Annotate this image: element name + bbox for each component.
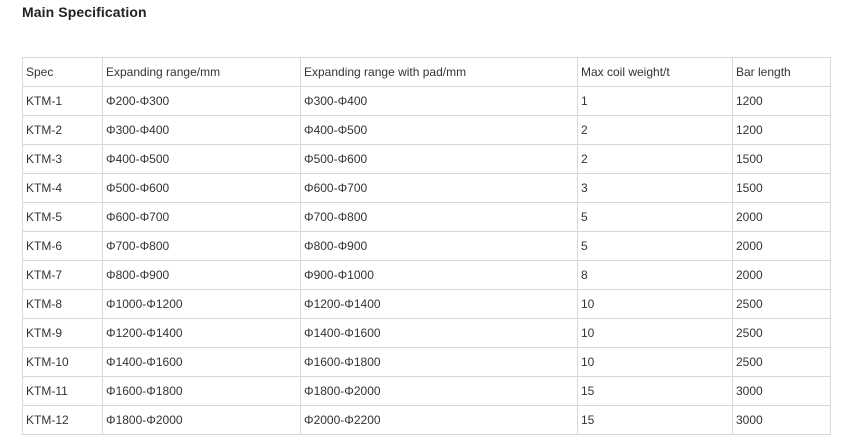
cell-expanding-range: Φ1400-Φ1600 [102,347,301,377]
cell-spec: KTM-10 [22,347,103,377]
cell-expanding-range-with-pad: Φ700-Φ800 [300,202,578,232]
cell-expanding-range: Φ200-Φ300 [102,86,301,116]
cell-spec: KTM-3 [22,144,103,174]
cell-expanding-range: Φ700-Φ800 [102,231,301,261]
cell-bar-length: 2500 [732,347,831,377]
table-row: KTM-7 Φ800-Φ900 Φ900-Φ1000 8 2000 [22,260,831,290]
cell-expanding-range: Φ800-Φ900 [102,260,301,290]
cell-expanding-range-with-pad: Φ600-Φ700 [300,173,578,203]
cell-expanding-range: Φ1600-Φ1800 [102,376,301,406]
cell-expanding-range-with-pad: Φ300-Φ400 [300,86,578,116]
cell-expanding-range: Φ1200-Φ1400 [102,318,301,348]
cell-max-coil-weight: 10 [577,318,733,348]
cell-max-coil-weight: 5 [577,231,733,261]
cell-spec: KTM-9 [22,318,103,348]
cell-max-coil-weight: 15 [577,376,733,406]
cell-expanding-range-with-pad: Φ400-Φ500 [300,115,578,145]
table-row: KTM-5 Φ600-Φ700 Φ700-Φ800 5 2000 [22,202,831,232]
header-spec: Spec [22,57,103,87]
page-title: Main Specification [22,4,147,20]
cell-max-coil-weight: 1 [577,86,733,116]
header-expanding-range: Expanding range/mm [102,57,301,87]
cell-expanding-range-with-pad: Φ500-Φ600 [300,144,578,174]
cell-bar-length: 1200 [732,86,831,116]
cell-expanding-range-with-pad: Φ800-Φ900 [300,231,578,261]
header-max-coil-weight: Max coil weight/t [577,57,733,87]
cell-expanding-range-with-pad: Φ1600-Φ1800 [300,347,578,377]
cell-max-coil-weight: 2 [577,144,733,174]
cell-expanding-range: Φ500-Φ600 [102,173,301,203]
table-body: KTM-1 Φ200-Φ300 Φ300-Φ400 1 1200 KTM-2 Φ300-Φ4… [22,86,831,435]
cell-bar-length: 2500 [732,289,831,319]
cell-spec: KTM-11 [22,376,103,406]
cell-expanding-range: Φ400-Φ500 [102,144,301,174]
header-bar-length: Bar length [732,57,831,87]
cell-expanding-range: Φ300-Φ400 [102,115,301,145]
cell-bar-length: 1200 [732,115,831,145]
cell-spec: KTM-2 [22,115,103,145]
cell-spec: KTM-5 [22,202,103,232]
cell-spec: KTM-12 [22,405,103,435]
cell-max-coil-weight: 3 [577,173,733,203]
cell-expanding-range-with-pad: Φ1400-Φ1600 [300,318,578,348]
cell-bar-length: 1500 [732,144,831,174]
table-row: KTM-4 Φ500-Φ600 Φ600-Φ700 3 1500 [22,173,831,203]
cell-max-coil-weight: 8 [577,260,733,290]
cell-expanding-range-with-pad: Φ2000-Φ2200 [300,405,578,435]
cell-max-coil-weight: 5 [577,202,733,232]
table-row: KTM-8 Φ1000-Φ1200 Φ1200-Φ1400 10 2500 [22,289,831,319]
cell-max-coil-weight: 2 [577,115,733,145]
table-row: KTM-11 Φ1600-Φ1800 Φ1800-Φ2000 15 3000 [22,376,831,406]
cell-bar-length: 3000 [732,405,831,435]
table-row: KTM-9 Φ1200-Φ1400 Φ1400-Φ1600 10 2500 [22,318,831,348]
cell-bar-length: 2500 [732,318,831,348]
cell-spec: KTM-6 [22,231,103,261]
cell-bar-length: 2000 [732,260,831,290]
cell-expanding-range: Φ600-Φ700 [102,202,301,232]
table-row: KTM-12 Φ1800-Φ2000 Φ2000-Φ2200 15 3000 [22,405,831,435]
cell-spec: KTM-4 [22,173,103,203]
cell-bar-length: 2000 [732,231,831,261]
header-expanding-range-with-pad: Expanding range with pad/mm [300,57,578,87]
table-row: KTM-3 Φ400-Φ500 Φ500-Φ600 2 1500 [22,144,831,174]
table-row: KTM-1 Φ200-Φ300 Φ300-Φ400 1 1200 [22,86,831,116]
cell-spec: KTM-7 [22,260,103,290]
table-row: KTM-10 Φ1400-Φ1600 Φ1600-Φ1800 10 2500 [22,347,831,377]
cell-bar-length: 1500 [732,173,831,203]
table-header-row: Spec Expanding range/mm Expanding range … [22,57,831,87]
cell-max-coil-weight: 10 [577,289,733,319]
cell-bar-length: 3000 [732,376,831,406]
cell-max-coil-weight: 15 [577,405,733,435]
cell-expanding-range: Φ1000-Φ1200 [102,289,301,319]
specification-table: Spec Expanding range/mm Expanding range … [22,57,831,435]
cell-expanding-range-with-pad: Φ1200-Φ1400 [300,289,578,319]
cell-spec: KTM-8 [22,289,103,319]
table-row: KTM-6 Φ700-Φ800 Φ800-Φ900 5 2000 [22,231,831,261]
cell-expanding-range-with-pad: Φ1800-Φ2000 [300,376,578,406]
table-row: KTM-2 Φ300-Φ400 Φ400-Φ500 2 1200 [22,115,831,145]
cell-expanding-range: Φ1800-Φ2000 [102,405,301,435]
cell-max-coil-weight: 10 [577,347,733,377]
cell-spec: KTM-1 [22,86,103,116]
cell-expanding-range-with-pad: Φ900-Φ1000 [300,260,578,290]
cell-bar-length: 2000 [732,202,831,232]
